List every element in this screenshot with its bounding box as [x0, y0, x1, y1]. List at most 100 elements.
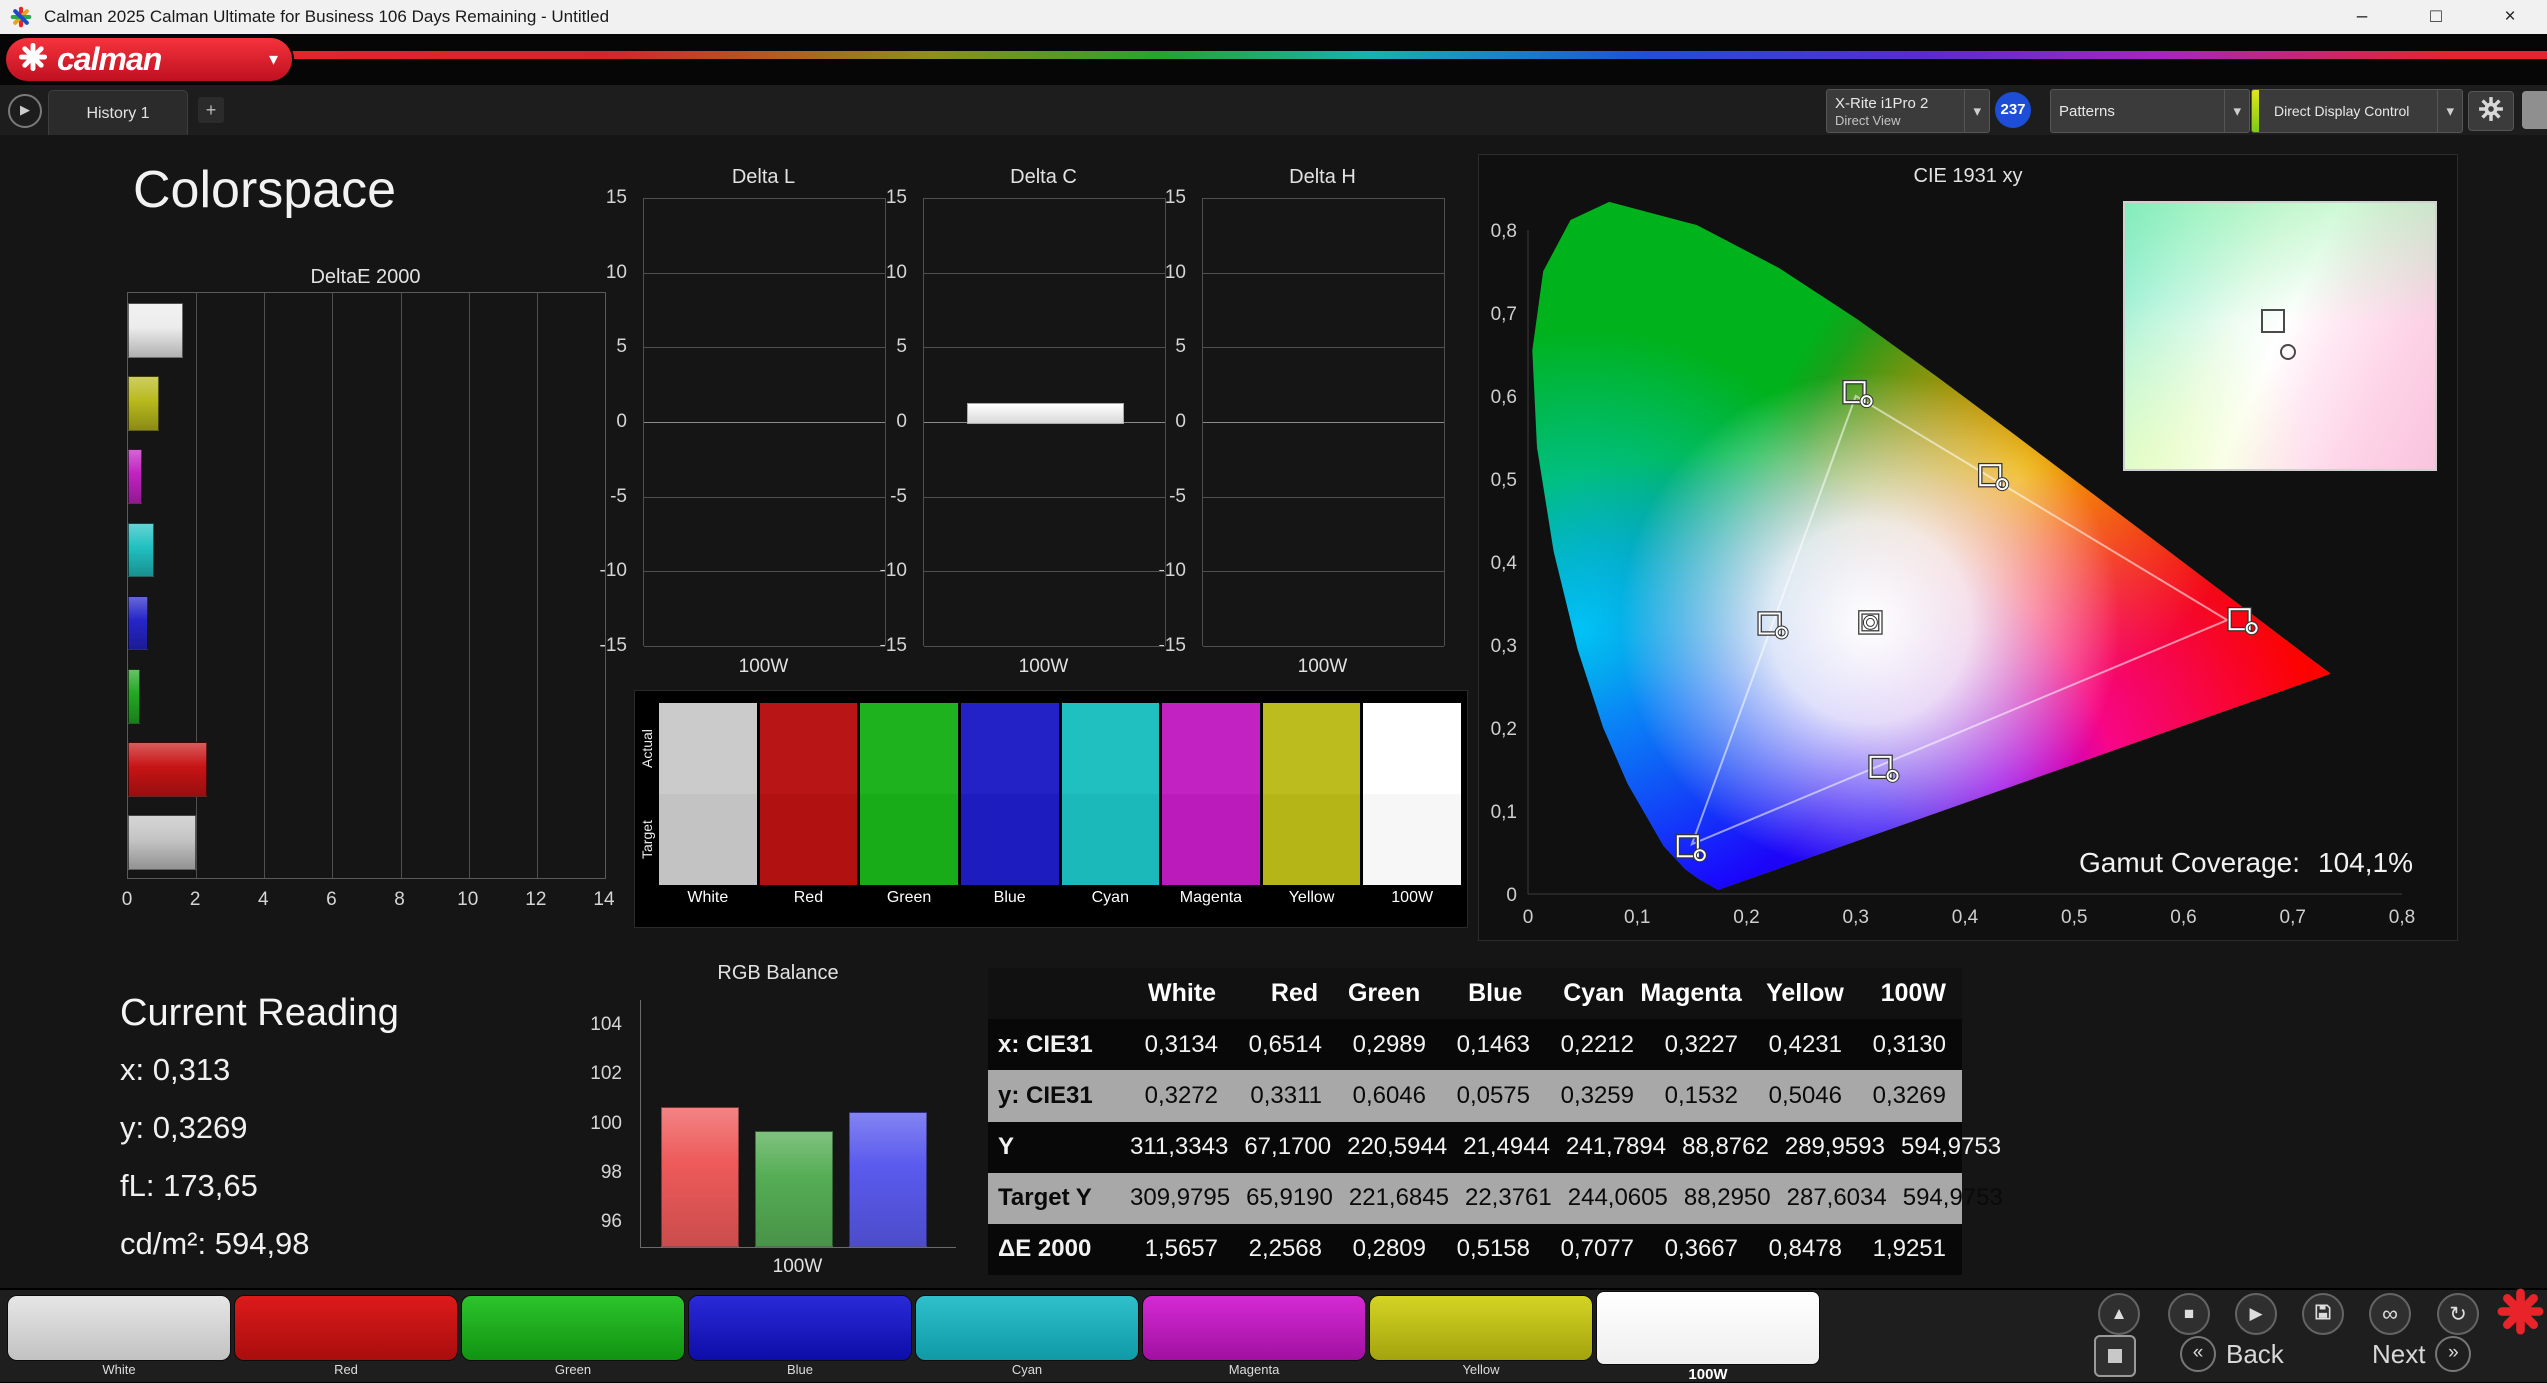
pattern-button-magenta[interactable]: Magenta	[1143, 1290, 1365, 1382]
window-title: Calman 2025 Calman Ultimate for Business…	[44, 7, 610, 26]
pattern-label: Red	[334, 1362, 358, 1377]
page-title: Colorspace	[133, 161, 397, 219]
close-button[interactable]: ×	[2473, 0, 2547, 34]
svg-text:0,2: 0,2	[1733, 907, 1759, 928]
swatch-column-100w	[1363, 703, 1461, 885]
table-cell: 88,2950	[1683, 1184, 1771, 1212]
rainbow-strip	[240, 51, 2547, 59]
table-cell: 0,6046	[1352, 1081, 1426, 1109]
patterns-dropdown[interactable]: Patterns ▾	[2050, 89, 2250, 133]
current-reading-title: Current Reading	[120, 992, 399, 1034]
pattern-button-green[interactable]: Green	[462, 1290, 684, 1382]
eject-button[interactable]: ▲	[2098, 1293, 2140, 1335]
display-control-dropdown[interactable]: Direct Display Control ▾	[2251, 89, 2463, 133]
chevron-down-icon: ▾	[1964, 90, 1981, 132]
axis-tick-label: 14	[593, 889, 615, 910]
settings-button[interactable]	[2468, 91, 2514, 131]
gamut-coverage-label: Gamut Coverage:	[2079, 847, 2301, 878]
gridline	[644, 496, 885, 498]
row-label: x: CIE31	[998, 1030, 1093, 1058]
pattern-window-button[interactable]	[2094, 1335, 2136, 1377]
refresh-button[interactable]: ↻	[2437, 1293, 2479, 1335]
table-cell: 309,9795	[1130, 1184, 1231, 1212]
gridline	[1203, 422, 1444, 423]
table-cell: 289,9593	[1784, 1133, 1885, 1161]
column-header: Yellow	[1766, 979, 1844, 1008]
tab-history-1[interactable]: History 1	[48, 90, 188, 136]
calman-menu-button[interactable]: calman ▾	[6, 38, 292, 81]
whitepoint-target-marker	[2261, 309, 2286, 334]
axis-tick-label: 96	[600, 1211, 622, 1233]
swatch-label: Yellow	[1288, 889, 1335, 906]
gridline	[468, 293, 470, 878]
minimize-button[interactable]: –	[2325, 0, 2399, 34]
axis-tick-label: 15	[1164, 187, 1186, 208]
pattern-button-white[interactable]: White	[8, 1290, 230, 1382]
next-button[interactable]: Next »	[2372, 1335, 2472, 1373]
delta-l-y-axis: 15 10 5 0 -5 -10 -15	[579, 187, 635, 656]
svg-text:0,8: 0,8	[2389, 907, 2415, 928]
pattern-label: Blue	[786, 1362, 814, 1377]
history-nav-button[interactable]: ▶	[8, 94, 42, 128]
pattern-button-100w[interactable]: 100W	[1597, 1290, 1819, 1383]
column-header: White	[1148, 979, 1217, 1008]
next-label: Next	[2372, 1338, 2426, 1369]
axis-tick-label: 98	[600, 1161, 622, 1183]
svg-text:0,8: 0,8	[1491, 221, 1517, 242]
add-tab-button[interactable]: +	[198, 97, 224, 123]
swatch-actual	[759, 703, 858, 794]
back-button[interactable]: « Back	[2180, 1335, 2284, 1373]
save-button[interactable]	[2302, 1293, 2344, 1335]
swatch-column-white	[659, 703, 757, 885]
overflow-button[interactable]	[2522, 91, 2547, 129]
axis-tick-label: 15	[885, 187, 907, 208]
table-cell: 0,7077	[1560, 1235, 1634, 1263]
play-button[interactable]: ▶	[2235, 1293, 2277, 1335]
pattern-button-red[interactable]: Red	[235, 1290, 457, 1382]
measurement-table: White Red Green Blue Cyan Magenta Yellow 100W x:…	[988, 968, 2003, 1276]
row-label: ΔE 2000	[998, 1235, 1092, 1263]
delta-h-title: Delta H	[1289, 166, 1356, 188]
pattern-button-cyan[interactable]: Cyan	[916, 1290, 1138, 1382]
axis-tick-label: 2	[189, 889, 201, 910]
pattern-button-yellow[interactable]: Yellow	[1370, 1290, 1592, 1382]
axis-tick-label: -10	[599, 560, 627, 582]
gridline	[332, 293, 334, 878]
actual-row-label: Actual	[639, 729, 655, 768]
rgb-bar-blue	[849, 1111, 927, 1247]
chevron-down-icon: ▾	[268, 49, 278, 69]
swatch-column-red	[759, 703, 858, 885]
table-cell: 1,5657	[1144, 1235, 1218, 1263]
gridline	[924, 272, 1165, 274]
table-row: ΔE 2000 1,5657 2,2568 0,2809 0,5158 0,7077 0,3…	[988, 1223, 1962, 1276]
pattern-label: Magenta	[1228, 1362, 1280, 1377]
deltae-bar-100w	[128, 815, 196, 870]
gridline	[1203, 198, 1444, 199]
swatch-label: Red	[793, 889, 824, 906]
gridline	[924, 646, 1165, 647]
gridline	[1203, 272, 1444, 274]
svg-text:0,6: 0,6	[1491, 387, 1517, 408]
deltae-x-axis: 0 2 4 6 8 10 12 14	[122, 889, 615, 913]
stop-button[interactable]: ■	[2168, 1293, 2210, 1335]
pattern-label: Yellow	[1462, 1362, 1500, 1377]
svg-text:0: 0	[1506, 885, 1517, 906]
deltae-bar-white	[128, 303, 184, 358]
continuous-measure-button[interactable]: ∞	[2369, 1293, 2411, 1335]
pattern-button-blue[interactable]: Blue	[689, 1290, 911, 1382]
deltae-bar-green	[128, 668, 140, 724]
maximize-button[interactable]: □	[2399, 0, 2473, 34]
table-cell: 0,3259	[1560, 1081, 1634, 1109]
pattern-swatch	[689, 1296, 911, 1360]
axis-tick-label: 5	[1175, 336, 1186, 358]
gamut-coverage-value: 104,1%	[2318, 847, 2413, 878]
gridline	[644, 646, 885, 647]
reading-x: x: 0,313	[120, 1052, 231, 1087]
axis-tick-label: -5	[890, 485, 907, 507]
table-header-row: White Red Green Blue Cyan Magenta Yellow 100W	[988, 968, 1962, 1020]
pattern-window-badge[interactable]: 237	[1995, 92, 2031, 128]
swatch-actual	[1061, 703, 1160, 794]
meter-dropdown[interactable]: X-Rite i1Pro 2 Direct View ▾	[1826, 89, 1990, 133]
target-row-label: Target	[639, 820, 655, 859]
swatch-label: Blue	[993, 889, 1026, 906]
